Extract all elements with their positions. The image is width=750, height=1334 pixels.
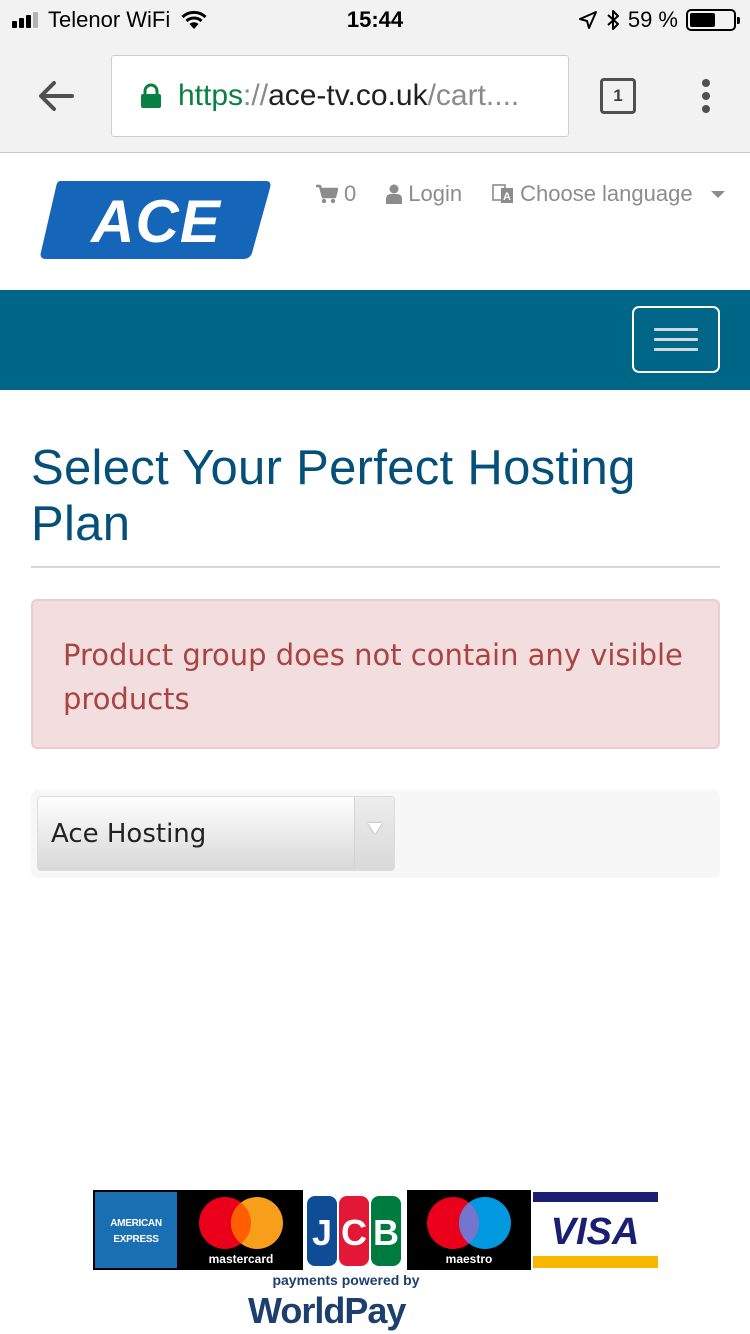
bluetooth-icon [607, 10, 619, 30]
hamburger-line [654, 338, 698, 341]
visa-mark: VISA [533, 1192, 658, 1268]
cart-link[interactable]: 0 [316, 181, 356, 207]
address-bar[interactable]: https://ace-tv.co.uk/cart.... [111, 55, 569, 137]
mastercard-label: mastercard [208, 1252, 274, 1266]
jcb-logo: J C B [305, 1190, 403, 1270]
maestro-label: maestro [445, 1252, 493, 1266]
battery-icon [686, 9, 740, 31]
url-scheme: https [178, 79, 244, 112]
worldpay-logo: WorldPay [248, 1290, 406, 1331]
tab-switcher-button[interactable]: 1 [600, 78, 636, 114]
url-separator: :// [243, 79, 269, 112]
svg-text:J: J [312, 1212, 332, 1253]
alert-message: Product group does not contain any visib… [63, 638, 683, 716]
mastercard-circles [199, 1197, 283, 1249]
main-navbar [0, 290, 750, 390]
hamburger-line [654, 348, 698, 351]
svg-text:VISA: VISA [551, 1211, 640, 1253]
mastercard-logo: mastercard [179, 1190, 303, 1270]
caret-down-icon [710, 190, 725, 198]
status-bar: Telenor WiFi 15:44 59 % [0, 0, 750, 40]
ace-logo[interactable]: ACE [38, 179, 272, 261]
svg-text:A: A [503, 191, 511, 203]
chevron-down-icon [367, 823, 382, 834]
dot-icon [702, 105, 710, 113]
login-link[interactable]: Login [386, 181, 462, 207]
logo-text: ACE [89, 188, 222, 255]
powered-by-text: payments powered by [272, 1272, 420, 1288]
page: Telenor WiFi 15:44 59 % https:// ace-tv… [0, 0, 750, 1334]
amex-text-2: EXPRESS [113, 1234, 159, 1245]
title-divider [31, 566, 720, 568]
battery-fill [690, 13, 715, 27]
site-header: ACE 0 Login A Choose language [0, 153, 750, 290]
maestro-logo: maestro [407, 1190, 531, 1270]
product-group-select[interactable]: Ace Hosting [37, 796, 395, 871]
error-alert: Product group does not contain any visib… [31, 599, 720, 749]
url-path: /cart.... [427, 79, 520, 112]
amex-logo: AMERICAN EXPRESS [93, 1190, 179, 1270]
maestro-circles [427, 1197, 511, 1249]
battery-percent: 59 % [627, 7, 678, 32]
dot-icon [702, 79, 710, 87]
select-arrow[interactable] [354, 797, 394, 870]
browser-menu-button[interactable] [695, 76, 717, 116]
login-label: Login [408, 181, 463, 206]
amex-text-1: AMERICAN [110, 1218, 162, 1229]
top-links: 0 Login A Choose language [316, 181, 725, 207]
url-host: ace-tv.co.uk [268, 79, 428, 112]
visa-logo: VISA [533, 1190, 658, 1270]
lock-icon [141, 83, 161, 108]
hamburger-line [654, 328, 698, 331]
payment-logos: AMERICAN EXPRESS mastercard J C B maestr… [93, 1190, 658, 1270]
browser-toolbar: https://ace-tv.co.uk/cart.... 1 [0, 40, 750, 153]
cart-icon [316, 184, 338, 204]
translate-icon: A [492, 184, 514, 203]
cart-count: 0 [344, 181, 357, 206]
status-right: 59 % [578, 7, 740, 33]
jcb-mark: J C B [307, 1196, 401, 1266]
back-arrow-icon [39, 81, 74, 111]
nav-toggle-button[interactable] [632, 306, 720, 373]
svg-text:C: C [341, 1212, 367, 1253]
product-group-selected: Ace Hosting [51, 818, 207, 849]
product-group-panel: Ace Hosting [31, 790, 720, 878]
page-title: Select Your Perfect Hosting Plan [31, 441, 636, 551]
language-label: Choose language [520, 181, 693, 206]
location-arrow-icon [578, 11, 597, 29]
dot-icon [702, 92, 710, 100]
language-selector[interactable]: A Choose language [492, 181, 725, 207]
svg-text:B: B [373, 1212, 399, 1253]
user-icon [386, 184, 403, 204]
back-button[interactable] [36, 76, 76, 116]
